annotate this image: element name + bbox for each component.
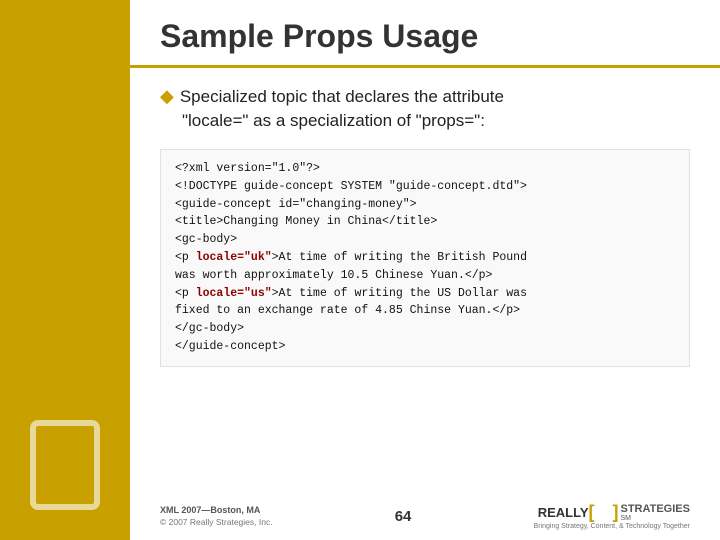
code-p-uk-pre: <p bbox=[175, 251, 196, 264]
title-section: Sample Props Usage bbox=[130, 0, 720, 68]
bullet-text: ◆ Specialized topic that declares the att… bbox=[160, 84, 690, 133]
page-title: Sample Props Usage bbox=[160, 18, 690, 55]
logo-strategies-text: STRATEGIES bbox=[621, 503, 690, 515]
code-block: <?xml version="1.0"?> <!DOCTYPE guide-co… bbox=[160, 149, 690, 367]
footer-logo: REALLY [ ] STRATEGIES SM Bringing Strate… bbox=[534, 502, 690, 530]
code-line-2: <!DOCTYPE guide-concept SYSTEM "guide-co… bbox=[175, 178, 675, 196]
bullet-section: ◆ Specialized topic that declares the att… bbox=[160, 84, 690, 133]
code-p-us-pre: <p bbox=[175, 287, 196, 300]
bullet-line2: "locale=" as a specialization of "props=… bbox=[182, 111, 485, 130]
footer: XML 2007—Boston, MA © 2007 Really Strate… bbox=[130, 494, 720, 540]
bullet-line1: Specialized topic that declares the attr… bbox=[180, 87, 504, 106]
logo-tagline: Bringing Strategy, Content, & Technology… bbox=[534, 523, 690, 530]
code-line-3: <guide-concept id="changing-money"> bbox=[175, 196, 675, 214]
code-line-6: <p locale="uk">At time of writing the Br… bbox=[175, 249, 675, 267]
footer-conference: XML 2007—Boston, MA bbox=[160, 505, 273, 515]
code-line-9: fixed to an exchange rate of 4.85 Chinse… bbox=[175, 302, 675, 320]
code-line-5: <gc-body> bbox=[175, 231, 675, 249]
footer-left: XML 2007—Boston, MA © 2007 Really Strate… bbox=[160, 505, 273, 527]
code-line-10: </gc-body> bbox=[175, 320, 675, 338]
code-p-uk-post: >At time of writing the British Pound bbox=[272, 251, 527, 264]
content-area: ◆ Specialized topic that declares the att… bbox=[130, 84, 720, 494]
footer-copyright: © 2007 Really Strategies, Inc. bbox=[160, 517, 273, 527]
sidebar-bracket-icon bbox=[30, 420, 100, 510]
logo-really-text: REALLY bbox=[538, 505, 589, 520]
code-line-11: </guide-concept> bbox=[175, 338, 675, 356]
logo-row: REALLY [ ] STRATEGIES SM bbox=[538, 502, 690, 523]
code-line-4: <title>Changing Money in China</title> bbox=[175, 213, 675, 231]
logo-close-bracket-icon: ] bbox=[613, 502, 619, 523]
logo-open-bracket-icon: [ bbox=[589, 502, 595, 523]
code-line-1: <?xml version="1.0"?> bbox=[175, 160, 675, 178]
bullet-diamond-icon: ◆ bbox=[160, 86, 174, 106]
code-line-8: <p locale="us">At time of writing the US… bbox=[175, 285, 675, 303]
main-content: Sample Props Usage ◆ Specialized topic th… bbox=[130, 0, 720, 540]
logo-sup: SM bbox=[621, 515, 690, 522]
code-p-us-post: >At time of writing the US Dollar was bbox=[272, 287, 527, 300]
code-line-7: was worth approximately 10.5 Chinese Yua… bbox=[175, 267, 675, 285]
footer-page-number: 64 bbox=[395, 508, 412, 525]
sidebar bbox=[0, 0, 130, 540]
code-locale-uk: locale="uk" bbox=[196, 251, 272, 264]
code-locale-us: locale="us" bbox=[196, 287, 272, 300]
